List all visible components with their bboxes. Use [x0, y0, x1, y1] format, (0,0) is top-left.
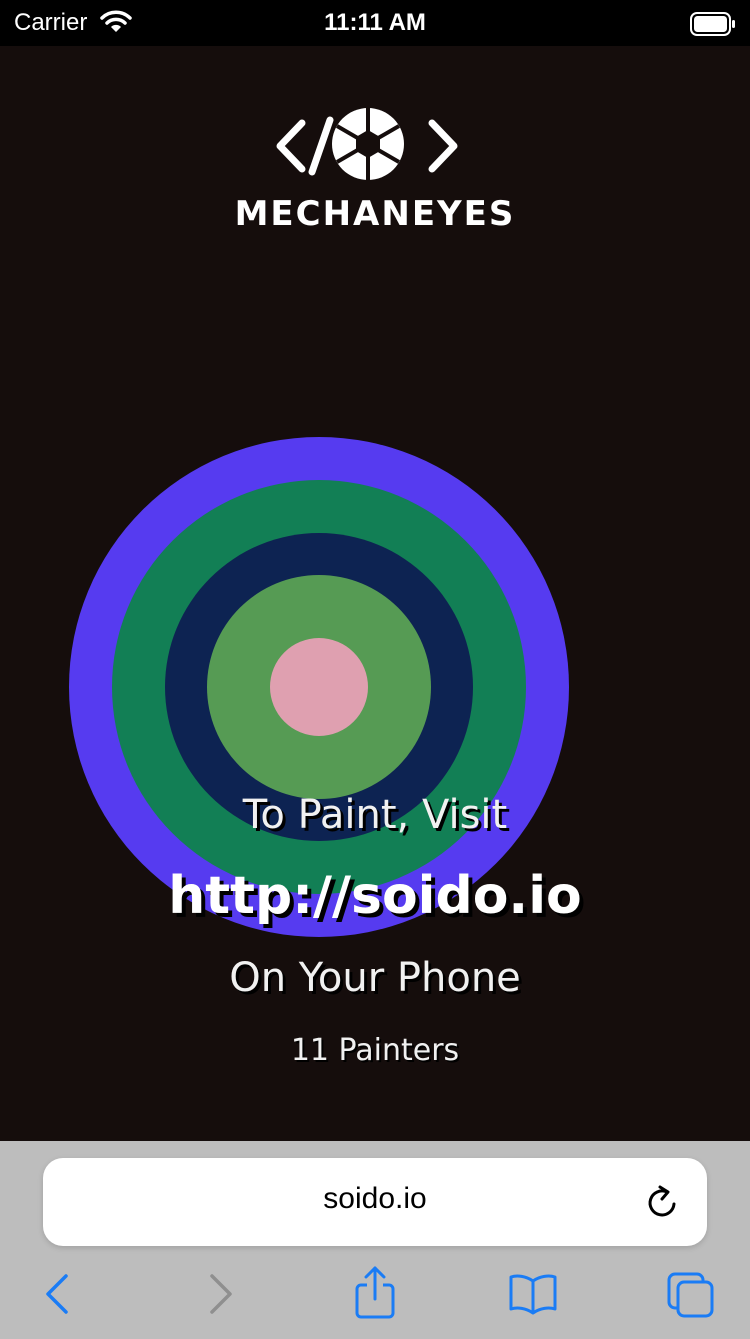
tabs-icon[interactable]: [666, 1271, 716, 1319]
ring-center: [270, 638, 368, 736]
brand-name: MECHANEYES: [234, 194, 516, 234]
code-aperture-logo-icon: [276, 108, 458, 180]
reload-icon[interactable]: [645, 1183, 681, 1221]
painting-canvas[interactable]: [69, 437, 569, 937]
status-bar: Carrier 11:11 AM: [0, 0, 750, 46]
address-bar[interactable]: soido.io: [43, 1158, 707, 1246]
address-text[interactable]: soido.io: [43, 1182, 707, 1216]
browser-toolbar: soido.io: [0, 1141, 750, 1339]
forward-icon[interactable]: [204, 1271, 236, 1317]
phone-prompt: On Your Phone: [229, 955, 521, 1001]
visit-prompt: To Paint, Visit: [242, 792, 508, 838]
painter-count: 11 Painters: [290, 1033, 460, 1068]
back-icon[interactable]: [42, 1271, 74, 1317]
bookmarks-icon[interactable]: [508, 1273, 558, 1315]
share-icon[interactable]: [353, 1265, 397, 1321]
battery-icon: [690, 12, 735, 36]
visit-url: http://soido.io: [168, 866, 582, 926]
clock: 11:11 AM: [324, 9, 426, 36]
